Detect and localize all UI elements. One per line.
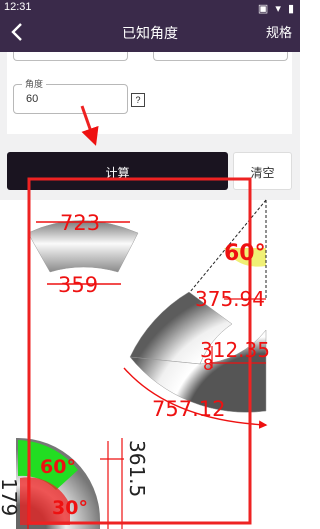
sector-small-label: 8: [203, 355, 213, 374]
trapezoid-bottom-label: 359: [58, 273, 98, 297]
trapezoid-top-label: 723: [60, 211, 100, 235]
pointer-arrow: [80, 105, 99, 146]
elbow-angle-60-label: 60°: [40, 456, 76, 478]
sector-outer-label: 375.94: [195, 287, 265, 311]
elbow-angle-30-label: 30°: [52, 497, 88, 519]
elbow-left-dim-label: 179: [0, 478, 21, 516]
sector-arc-label: 757.12: [152, 397, 225, 421]
drawing-canvas: 723 359 60° 375.94 312.35 8 757.12 60° 3…: [0, 105, 270, 529]
sector-angle-label: 60°: [224, 241, 266, 266]
elbow-vertical-dim-label: 361.5: [125, 440, 149, 497]
